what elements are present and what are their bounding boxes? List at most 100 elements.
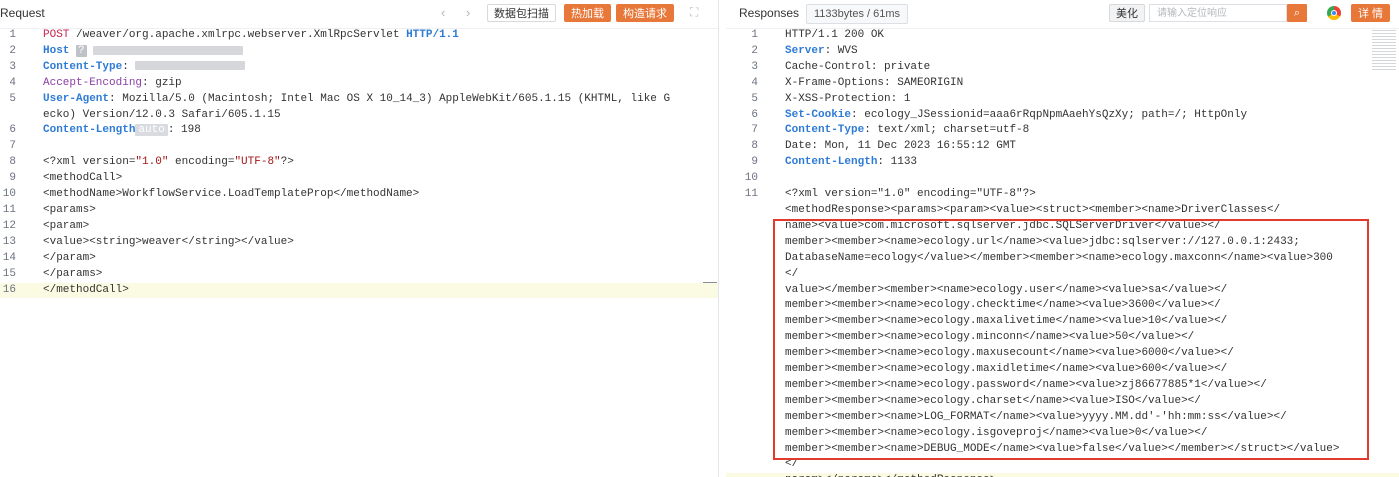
- code-line: param></params></methodResponse>: [726, 473, 1399, 477]
- build-request-button[interactable]: 构造请求: [616, 4, 674, 22]
- line-number: 15: [2, 267, 16, 280]
- line-text: Host ?: [43, 44, 673, 60]
- code-line: member><member><name>ecology.checktime</…: [726, 298, 1399, 314]
- line-number: 5: [9, 92, 16, 105]
- token: Host: [43, 44, 70, 57]
- line-text: member><member><name>LOG_FORMAT</name><v…: [785, 410, 1287, 423]
- line-number: 16: [2, 283, 16, 296]
- line-text: </params>: [43, 267, 673, 283]
- line-number: 12: [2, 219, 16, 232]
- line-text: Accept-Encoding: gzip: [43, 76, 673, 92]
- request-title: Request: [0, 6, 45, 20]
- code-line: member><member><name>ecology.url</name><…: [726, 235, 1399, 251]
- code-line: <methodResponse><params><param><value><s…: [726, 203, 1399, 219]
- code-line: 1 POST /weaver/org.apache.xmlrpc.webserve…: [0, 28, 718, 44]
- minimap[interactable]: [1372, 30, 1396, 72]
- line-number: [726, 362, 758, 378]
- detail-button[interactable]: 详 情: [1351, 4, 1391, 22]
- request-panel: Request ‹ › 数据包扫描 热加载 构造请求 ⛶ 1 POST /weav…: [0, 0, 719, 477]
- scroll-indicator[interactable]: [703, 282, 717, 283]
- code-line: 4 X-Frame-Options: SAMEORIGIN: [726, 76, 1399, 92]
- line-text: value></member><member><name>ecology.use…: [785, 283, 1228, 296]
- search-icon[interactable]: ⌕: [1287, 4, 1307, 22]
- code-line: member><member><name>ecology.minconn</na…: [726, 330, 1399, 346]
- code-line: 11 <?xml version="1.0" encoding="UTF-8"?>: [726, 187, 1399, 203]
- line-text: Content-Type:: [43, 60, 673, 76]
- line-number: 11: [2, 203, 16, 216]
- code-line: member><member><name>ecology.maxusecount…: [726, 346, 1399, 362]
- line-number: 5: [751, 92, 758, 105]
- request-editor[interactable]: 1 POST /weaver/org.apache.xmlrpc.webserve…: [0, 28, 718, 299]
- code-line: 9 <methodCall>: [0, 171, 718, 187]
- line-number: 3: [9, 60, 16, 73]
- code-line: member><member><name>ecology.maxidletime…: [726, 362, 1399, 378]
- line-text: param></params></methodResponse>: [785, 473, 1345, 477]
- code-line: 10: [726, 171, 1399, 187]
- token: Content-Type: [43, 60, 123, 73]
- code-line: value></member><member><name>ecology.use…: [726, 283, 1399, 299]
- token: Content-Length: [785, 156, 878, 169]
- code-line: member><member><name>DEBUG_MODE</name><v…: [726, 442, 1399, 474]
- line-number: 7: [751, 124, 758, 137]
- line-number: [726, 426, 758, 442]
- line-text: <methodResponse><params><param><value><s…: [785, 203, 1281, 216]
- code-line: 13 <value><string>weaver</string></value>: [0, 235, 718, 251]
- line-number: [726, 330, 758, 346]
- code-line: 14 </param>: [0, 251, 718, 267]
- line-number: [726, 378, 758, 394]
- line-text: member><member><name>ecology.maxusecount…: [785, 347, 1234, 360]
- redacted-value: [135, 61, 246, 71]
- token: HTTP/1.1: [406, 29, 459, 41]
- line-text: <?xml version="1.0" encoding="UTF-8"?>: [43, 155, 673, 171]
- token: POST: [43, 29, 70, 41]
- line-number: [726, 219, 758, 235]
- token: Set-Cookie: [785, 108, 852, 121]
- line-number: 11: [744, 188, 758, 201]
- line-text: <?xml version="1.0" encoding="UTF-8"?>: [785, 187, 1345, 203]
- token: : text/xml; charset=utf-8: [864, 124, 1030, 137]
- line-number: 6: [9, 124, 16, 137]
- code-line: member><member><name>ecology.charset</na…: [726, 394, 1399, 410]
- line-text: Content-Type: text/xml; charset=utf-8: [785, 123, 1345, 139]
- token: <param>: [43, 219, 90, 232]
- line-text: POST /weaver/org.apache.xmlrpc.webserver…: [43, 28, 673, 44]
- line-text: [785, 171, 1345, 187]
- token: </methodCall>: [43, 283, 129, 296]
- response-editor[interactable]: 1 HTTP/1.1 200 OK 2 Server: WVS 3 Cache-Contr…: [726, 28, 1399, 477]
- code-line: 7: [0, 139, 718, 155]
- chrome-icon[interactable]: [1327, 6, 1341, 20]
- response-panel: Responses 1133bytes / 61ms 美化 请输入定位响应 ⌕ …: [726, 0, 1399, 477]
- expand-icon[interactable]: ⛶: [690, 5, 698, 20]
- line-text: Content-Length auto: 198: [43, 123, 673, 139]
- hot-load-button[interactable]: 热加载: [564, 4, 611, 22]
- line-number: 6: [751, 108, 758, 121]
- token: : ecology_JSessionid=aaa6rRqpNpmAaehYsQz…: [851, 108, 1248, 121]
- line-text: <value><string>weaver</string></value>: [43, 235, 673, 251]
- back-icon[interactable]: ‹: [441, 5, 445, 20]
- token: : Mozilla/5.0 (Macintosh; Intel Mac OS X…: [43, 92, 671, 121]
- beautify-button[interactable]: 美化: [1109, 4, 1145, 22]
- line-number: [726, 442, 758, 474]
- code-line: 9 Content-Length: 1133: [726, 155, 1399, 171]
- code-line: 5 X-XSS-Protection: 1: [726, 92, 1399, 108]
- line-text: member><member><name>ecology.isgoveproj<…: [785, 426, 1208, 439]
- token: Date: Mon, 11 Dec 2023 16:55:12 GMT: [785, 140, 1017, 153]
- line-text: DatabaseName=ecology</value></member><me…: [785, 251, 1333, 280]
- line-number: [726, 473, 758, 477]
- token: HTTP/1.1 200 OK: [785, 29, 885, 41]
- locate-search-input[interactable]: 请输入定位响应: [1149, 4, 1287, 22]
- line-text: Server: WVS: [785, 44, 1345, 60]
- token: encoding=: [168, 156, 235, 169]
- code-line: 2 Server: WVS: [726, 44, 1399, 60]
- line-text: HTTP/1.1 200 OK: [785, 28, 1345, 44]
- line-text: member><member><name>ecology.maxalivetim…: [785, 315, 1228, 328]
- forward-icon[interactable]: ›: [466, 5, 470, 20]
- help-icon: ?: [76, 44, 87, 57]
- token: <methodCall>: [43, 172, 123, 185]
- code-line: member><member><name>ecology.isgoveproj<…: [726, 426, 1399, 442]
- code-line: 5 User-Agent: Mozilla/5.0 (Macintosh; Int…: [0, 92, 718, 124]
- packet-scan-button[interactable]: 数据包扫描: [487, 4, 556, 22]
- token: : 198: [167, 124, 201, 137]
- code-line: 2 Host ?: [0, 44, 718, 60]
- response-header: Responses 1133bytes / 61ms 美化 请输入定位响应 ⌕ …: [726, 0, 1399, 29]
